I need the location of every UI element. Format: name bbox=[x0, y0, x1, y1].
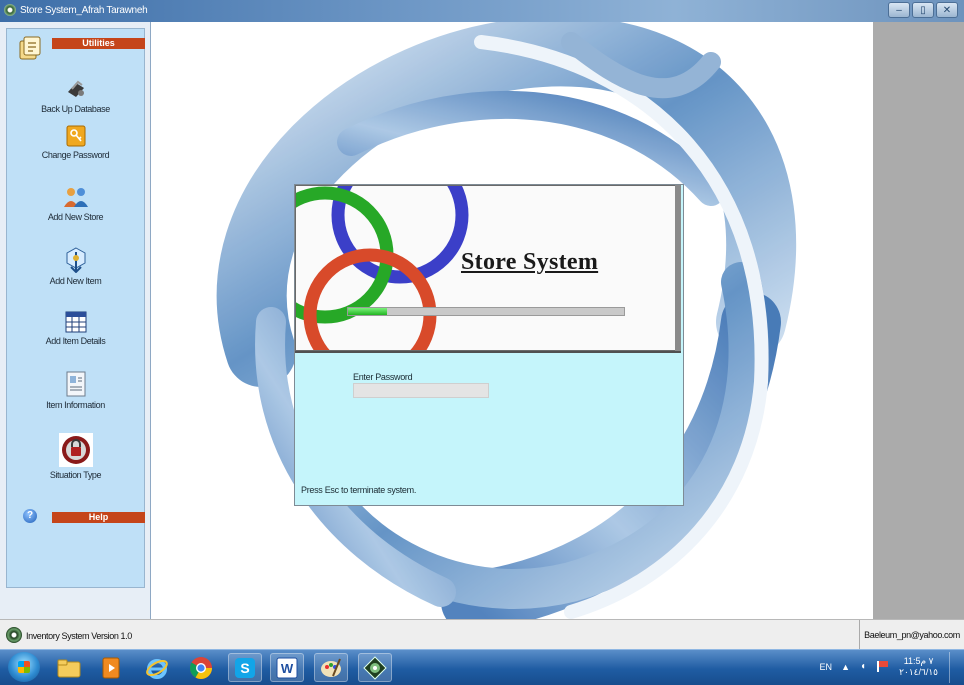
sidebar-item-item-information[interactable]: Item Information bbox=[7, 371, 144, 410]
window-controls: – ▯ ✕ bbox=[888, 2, 958, 18]
sidebar-item-label: Situation Type bbox=[49, 470, 102, 480]
window-title: Store System_Afrah Tarawneh bbox=[20, 5, 148, 16]
taskbar-store-system[interactable] bbox=[358, 653, 392, 682]
sidebar-item-label: Change Password bbox=[41, 150, 110, 160]
action-center-flag-icon[interactable] bbox=[876, 660, 890, 672]
utilities-icon bbox=[19, 36, 41, 60]
sidebar-item-add-item-details[interactable]: Add Item Details bbox=[7, 311, 144, 346]
paint-icon bbox=[321, 658, 341, 677]
close-button[interactable]: ✕ bbox=[936, 2, 958, 18]
skype-icon: S bbox=[235, 657, 255, 678]
password-label: Enter Password bbox=[353, 372, 413, 382]
splash-banner: Store System bbox=[295, 185, 681, 353]
minimize-button[interactable]: – bbox=[888, 2, 910, 18]
sidebar-item-change-password[interactable]: Change Password bbox=[7, 125, 144, 160]
taskbar: S W EN ▲ ◖ 11:5٧ م ٢٠١٤/٦/١٥ bbox=[0, 649, 964, 685]
users-icon bbox=[63, 188, 88, 207]
taskbar-chrome[interactable] bbox=[184, 653, 218, 682]
chrome-icon bbox=[190, 656, 212, 679]
escape-hint: Press Esc to terminate system. bbox=[301, 485, 417, 495]
item-icon bbox=[66, 247, 85, 273]
maximize-button[interactable]: ▯ bbox=[912, 2, 934, 18]
sidebar-item-backup[interactable]: Back Up Database bbox=[7, 77, 144, 114]
password-input[interactable] bbox=[353, 383, 489, 398]
app-icon bbox=[4, 4, 16, 16]
word-icon: W bbox=[276, 657, 298, 678]
table-icon bbox=[65, 311, 86, 333]
help-header[interactable]: Help bbox=[52, 512, 145, 523]
taskbar-paint[interactable] bbox=[314, 653, 348, 682]
banner-title: Store System bbox=[461, 249, 599, 275]
taskbar-media[interactable] bbox=[94, 653, 128, 682]
right-gray-margin bbox=[873, 22, 964, 619]
svg-text:W: W bbox=[281, 661, 294, 676]
backup-icon bbox=[67, 80, 84, 97]
taskbar-explorer[interactable] bbox=[52, 653, 86, 682]
svg-text:S: S bbox=[240, 660, 249, 676]
ie-icon bbox=[146, 658, 168, 679]
email-text: Baeleum_pn@yahoo.com bbox=[859, 620, 964, 650]
media-icon bbox=[102, 657, 120, 678]
key-icon bbox=[66, 125, 85, 147]
volume-icon[interactable]: ◖ bbox=[860, 661, 866, 672]
badge-icon bbox=[58, 433, 93, 467]
system-tray: EN ▲ ◖ 11:5٧ م ٢٠١٤/٦/١٥ bbox=[800, 650, 960, 685]
clock-date: ٢٠١٤/٦/١٥ bbox=[899, 667, 938, 677]
store-system-icon bbox=[363, 655, 387, 680]
title-bar: Store System_Afrah Tarawneh – ▯ ✕ bbox=[0, 0, 964, 22]
version-text: Inventory System Version 1.0 bbox=[26, 631, 132, 641]
utilities-header: Utilities bbox=[52, 38, 145, 49]
taskbar-ie[interactable] bbox=[140, 653, 174, 682]
sidebar-item-add-store[interactable]: Add New Store bbox=[7, 185, 144, 222]
sidebar-item-add-item[interactable]: Add New Item bbox=[7, 247, 144, 286]
taskbar-word[interactable]: W bbox=[270, 653, 304, 682]
clock[interactable]: 11:5٧ م ٢٠١٤/٦/١٥ bbox=[899, 656, 938, 678]
progress-fill bbox=[348, 308, 387, 315]
sidebar: Utilities Back Up Database Change Passwo… bbox=[0, 22, 151, 619]
sidebar-item-label: Add Item Details bbox=[45, 336, 106, 346]
clock-time: 11:5٧ م bbox=[903, 656, 934, 666]
inventory-system-icon bbox=[6, 627, 22, 643]
language-indicator[interactable]: EN bbox=[819, 662, 832, 672]
login-dialog: Store System Enter Password Press Esc to… bbox=[294, 184, 684, 506]
tray-expand-icon[interactable]: ▲ bbox=[841, 662, 850, 672]
show-desktop-button[interactable] bbox=[949, 652, 960, 683]
sidebar-item-label: Item Information bbox=[46, 400, 105, 410]
sidebar-item-situation-type[interactable]: Situation Type bbox=[7, 433, 144, 480]
loading-progress-bar bbox=[347, 307, 625, 316]
status-bar: Inventory System Version 1.0 Baeleum_pn@… bbox=[0, 619, 964, 650]
taskbar-skype[interactable]: S bbox=[228, 653, 262, 682]
id-card-icon bbox=[66, 371, 85, 397]
sidebar-item-label: Add New Store bbox=[47, 212, 104, 222]
sidebar-item-label: Add New Item bbox=[49, 276, 102, 286]
explorer-icon bbox=[57, 659, 81, 677]
sidebar-panel: Utilities Back Up Database Change Passwo… bbox=[6, 28, 145, 588]
start-button[interactable] bbox=[8, 652, 40, 682]
sidebar-item-label: Back Up Database bbox=[41, 104, 110, 114]
help-icon[interactable]: ? bbox=[23, 509, 37, 523]
